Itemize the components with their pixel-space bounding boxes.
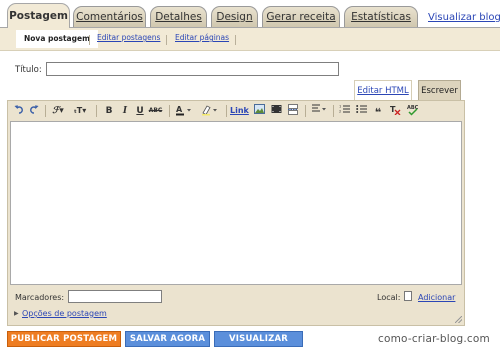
font-family-icon[interactable]: ℱ▾ [50,104,66,118]
subtab-editar-paginas[interactable]: Editar páginas [175,33,229,42]
post-options-link[interactable]: Opções de postagem [22,309,107,318]
subtab-nova-postagem[interactable]: Nova postagem [16,30,98,48]
toolbar-separator [333,105,334,117]
redo-icon[interactable] [28,104,40,118]
expand-arrow-icon[interactable]: ▶ [14,310,19,317]
align-icon[interactable] [311,104,329,118]
subtab-editar-postagens[interactable]: Editar postagens [97,33,160,42]
toolbar-separator [96,105,97,117]
resize-grip-icon[interactable] [455,316,462,323]
text-color-icon[interactable]: A [174,104,194,118]
publish-button[interactable]: PUBLICAR POSTAGEM [7,331,121,347]
title-input[interactable] [46,62,339,76]
labels-label: Marcadores: [15,293,65,302]
toolbar-separator [169,105,170,117]
link-button[interactable]: Link [230,104,249,118]
quote-icon[interactable]: ❝ [372,104,384,119]
compose-tab[interactable]: Escrever [418,80,461,101]
bulleted-list-icon[interactable] [355,104,367,118]
highlight-icon[interactable] [200,104,220,118]
svg-text:A: A [176,105,183,114]
location-icon [404,291,412,301]
sub-tabbar: Nova postagem Editar postagens Editar pá… [0,28,500,51]
view-blog-link[interactable]: Visualizar blog [428,12,500,23]
title-label: Título: [15,65,42,75]
post-editor: ℱ▾ ₜT▾ B I U ABC A Link 1 2 ❝ T ABC Marc… [7,100,465,326]
main-tabbar: Postagem Comentários Detalhes Design Ger… [0,0,500,28]
add-location-link[interactable]: Adicionar [418,293,455,302]
undo-icon[interactable] [13,104,25,118]
editor-toolbar: ℱ▾ ₜT▾ B I U ABC A Link 1 2 ❝ T ABC [8,101,464,121]
tab-design[interactable]: Design [211,6,258,28]
tab-label: Gerar receita [266,11,336,23]
subtab-divider [235,35,236,45]
toolbar-separator [305,105,306,117]
preview-button[interactable]: VISUALIZAR [214,331,303,347]
tab-label: Postagem [9,10,68,22]
location-label: Local: [377,293,401,302]
toolbar-separator [226,105,227,117]
tab-gerar-receita[interactable]: Gerar receita [262,6,340,28]
tab-detalhes[interactable]: Detalhes [150,6,207,28]
underline-button[interactable]: U [135,104,145,118]
svg-text:1: 1 [339,105,341,109]
video-icon[interactable] [270,104,282,118]
save-now-button[interactable]: SALVAR AGORA [125,331,210,347]
watermark-text: como-criar-blog.com [378,333,490,345]
tab-estatisticas[interactable]: Estatísticas [344,6,418,28]
strikethrough-button[interactable]: ABC [148,104,163,118]
post-body-editor[interactable] [10,121,462,285]
svg-text:2: 2 [339,110,341,114]
labels-input[interactable] [68,290,162,303]
tab-label: Detalhes [155,11,202,23]
clear-formatting-icon[interactable]: T [389,104,401,118]
tab-label: Design [216,11,253,23]
tab-comentarios[interactable]: Comentários [73,6,146,28]
bold-button[interactable]: B [104,104,114,118]
italic-button[interactable]: I [120,104,130,118]
tab-label: Comentários [76,11,143,23]
tab-label: Estatísticas [351,11,411,23]
spellcheck-button[interactable]: ABC [406,104,420,118]
font-size-icon[interactable]: ₜT▾ [70,104,90,118]
toolbar-separator [45,105,46,117]
numbered-list-icon[interactable]: 12 [338,104,350,118]
subtab-divider [89,35,90,45]
subtab-divider [166,35,167,45]
image-icon[interactable] [253,104,265,118]
tab-postagem[interactable]: Postagem [7,3,70,28]
svg-text:T: T [390,105,396,114]
edit-html-tab[interactable]: Editar HTML [354,80,412,100]
page-break-icon[interactable] [287,104,299,118]
